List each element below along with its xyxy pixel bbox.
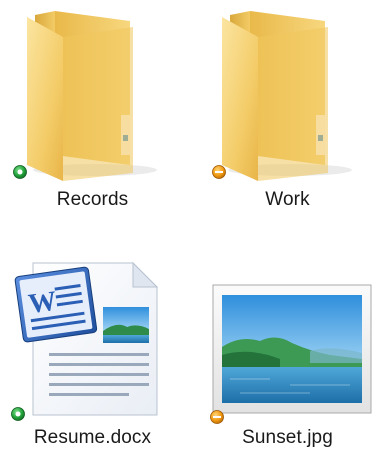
sync-status-icon [13,165,27,179]
file-item-resume[interactable]: W Resume.docx [5,255,180,455]
folder-icon [27,11,157,181]
file-item-work[interactable]: Work [200,5,375,225]
file-item-sunset[interactable]: Sunset.jpg [200,255,375,455]
image-thumbnail-icon [212,284,372,414]
sync-status-icon [11,407,25,421]
file-grid: Records Work W Resume.docx Sunset.jpg [0,0,381,460]
sync-status-icon [212,165,226,179]
word-app-badge: W [27,286,59,321]
file-name-label: Sunset.jpg [242,427,333,448]
file-item-records[interactable]: Records [5,5,180,225]
file-name-label: Resume.docx [33,427,152,448]
file-name-label: Records [56,189,129,210]
sync-status-icon [210,410,224,424]
folder-icon [222,11,352,181]
word-document-icon: W [14,261,159,416]
file-name-label: Work [265,189,310,210]
